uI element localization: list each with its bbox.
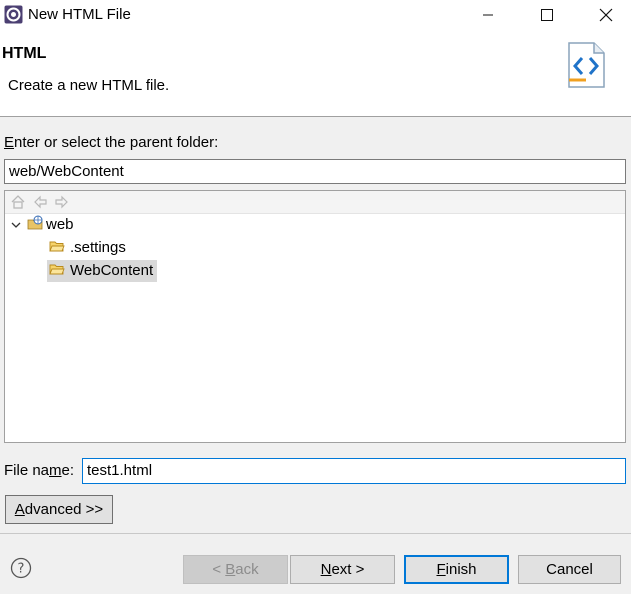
tree-item-settings[interactable]: .settings: [49, 237, 126, 259]
page-description: Create a new HTML file.: [8, 77, 170, 94]
page-title: HTML: [2, 45, 47, 62]
next-button-label: ext >: [331, 561, 365, 578]
finish-button[interactable]: Finish: [404, 555, 509, 584]
tree-toolbar: [5, 191, 625, 214]
chevron-down-icon[interactable]: [11, 220, 21, 230]
title-bar: New HTML File: [0, 0, 631, 30]
close-icon: [599, 8, 613, 22]
separator: [0, 533, 631, 534]
minimize-button[interactable]: [465, 0, 511, 30]
eclipse-app-icon: [4, 5, 23, 24]
file-name-label-pre: File na: [4, 462, 50, 479]
tree-item-label: WebContent: [70, 262, 154, 279]
parent-folder-label-text: nter or select the parent folder:: [14, 134, 219, 151]
home-icon[interactable]: [10, 194, 26, 210]
finish-button-mnemonic: F: [436, 561, 446, 578]
file-name-label: File name:: [4, 462, 74, 479]
file-name-input[interactable]: test1.html: [82, 458, 626, 484]
back-arrow-icon[interactable]: [32, 194, 48, 210]
folder-open-icon: [49, 264, 65, 275]
minimize-icon: [483, 14, 493, 16]
forward-arrow-icon[interactable]: [54, 194, 70, 210]
wizard-header: HTML Create a new HTML file.: [0, 30, 631, 117]
advanced-button-label: dvanced >>: [24, 501, 104, 518]
tree-item-label: .settings: [70, 239, 126, 256]
folder-tree[interactable]: web .settings WebContent: [4, 190, 626, 443]
folder-icon: [49, 241, 65, 252]
window-title: New HTML File: [28, 6, 131, 23]
parent-folder-label: Enter or select the parent folder:: [4, 134, 218, 151]
advanced-button-mnemonic: A: [14, 501, 25, 518]
parent-folder-label-mnemonic: E: [4, 134, 15, 151]
finish-button-label: inish: [445, 561, 477, 578]
html-file-icon: [568, 42, 605, 88]
svg-text:?: ?: [18, 562, 25, 577]
back-button-label: ack: [235, 561, 259, 578]
parent-folder-input[interactable]: web/WebContent: [4, 159, 626, 184]
next-button[interactable]: Next >: [290, 555, 395, 584]
tree-item-webcontent[interactable]: WebContent: [47, 260, 158, 282]
maximize-button[interactable]: [524, 0, 570, 30]
back-button-prefix: <: [212, 561, 226, 578]
maximize-icon: [541, 9, 553, 21]
advanced-button[interactable]: Advanced >>: [5, 495, 113, 524]
project-icon: [27, 215, 43, 230]
file-name-label-mnemonic: m: [49, 462, 62, 479]
next-button-mnemonic: N: [320, 561, 332, 578]
close-button[interactable]: [583, 0, 629, 30]
file-name-label-post: e:: [61, 462, 75, 479]
help-icon[interactable]: ?: [10, 557, 32, 579]
tree-item-web[interactable]: web: [11, 214, 74, 236]
cancel-button[interactable]: Cancel: [518, 555, 621, 584]
back-button[interactable]: < Back: [183, 555, 288, 584]
tree-item-label: web: [46, 216, 74, 233]
back-button-mnemonic: B: [225, 561, 236, 578]
